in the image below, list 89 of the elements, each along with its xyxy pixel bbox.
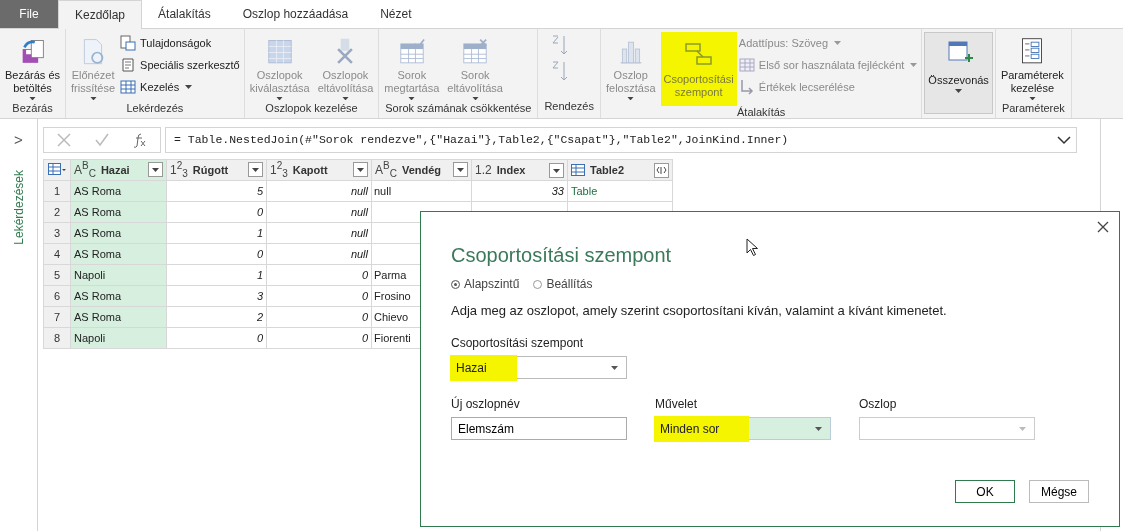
filter-dropdown-icon[interactable] <box>549 162 564 178</box>
replace-icon <box>738 79 755 95</box>
table-cell: 0 <box>166 243 267 265</box>
column-header[interactable]: Table2 <box>567 159 673 181</box>
row-number: 7 <box>43 306 71 328</box>
group-label: Bezárás <box>11 102 54 116</box>
column-name: Index <box>496 164 527 176</box>
group-label: Lekérdezés <box>125 102 185 116</box>
caret-icon <box>815 426 822 431</box>
caret-icon <box>611 365 618 370</box>
table-cell: Table <box>567 180 673 202</box>
radio-button[interactable]: Beállítás <box>533 277 593 291</box>
table-cell: null <box>266 243 372 265</box>
table-cell: 0 <box>266 306 372 328</box>
ribbon-tab[interactable]: Nézet <box>364 0 428 28</box>
ribbon-tab[interactable]: Kezdőlap <box>58 0 143 29</box>
table-cell: null <box>266 222 372 244</box>
table-cell: 1 <box>166 222 267 244</box>
row-number: 3 <box>43 222 71 244</box>
table-icon <box>120 79 137 95</box>
table-cell: null <box>266 201 372 223</box>
file-tab[interactable]: File <box>0 0 58 28</box>
ribbon-button[interactable]: Bezárás és betöltés <box>2 32 64 102</box>
group-label: Rendezés <box>543 100 595 114</box>
table-cell: null <box>371 180 472 202</box>
column-name: Rúgott <box>192 164 230 176</box>
ribbon-button[interactable]: Összevonás <box>924 32 993 114</box>
scroll-icon <box>120 57 137 73</box>
row-number: 2 <box>43 201 71 223</box>
row-number: 5 <box>43 264 71 286</box>
row-number: 1 <box>43 180 71 202</box>
cancel-button[interactable]: Mégse <box>1029 480 1089 503</box>
ribbon-button[interactable]: Paraméterek kezelése <box>997 32 1067 102</box>
table-cell: 0 <box>266 285 372 307</box>
group-label: Oszlopok kezelése <box>264 102 359 116</box>
ribbon-tab[interactable]: Oszlop hozzáadása <box>226 0 365 28</box>
dropdown[interactable]: Hazai <box>451 356 627 379</box>
group-label: Átalakítás <box>736 106 787 118</box>
check-icon[interactable] <box>94 132 110 148</box>
ribbon-tab[interactable]: Átalakítás <box>142 0 227 28</box>
table-cell: 3 <box>166 285 267 307</box>
input-field[interactable]: Elemszám <box>451 417 627 440</box>
expand-icon[interactable] <box>654 162 669 178</box>
type-label: 1.2 <box>475 163 492 177</box>
table-cell: 0 <box>266 327 372 349</box>
column-name: Hazai <box>100 164 131 176</box>
field-label: Művelet <box>655 397 699 411</box>
table-cell: 2 <box>166 306 267 328</box>
ribbon-button[interactable]: Speciális szerkesztő <box>120 56 242 74</box>
table-icon <box>571 164 585 176</box>
sidebar-title: Lekérdezések <box>11 170 26 245</box>
table-cell: 0 <box>166 327 267 349</box>
filter-dropdown-icon[interactable] <box>148 162 163 178</box>
row-number: 4 <box>43 243 71 265</box>
group-label: Sorok számának csökkentése <box>384 102 533 116</box>
dropdown[interactable]: Minden sor <box>655 417 831 440</box>
group-label: Paraméterek <box>1000 102 1066 116</box>
close-icon[interactable] <box>1097 221 1109 233</box>
ok-button[interactable]: OK <box>955 480 1015 503</box>
properties-icon <box>120 35 137 51</box>
formula-field[interactable]: = Table.NestedJoin(#"Sorok rendezve",{"Hazai"},Table2,{"Csapat"},"Table2",JoinKind.Inner) <box>165 127 1077 153</box>
table-cell: 0 <box>266 264 372 286</box>
chevron-down-icon[interactable] <box>1057 135 1071 145</box>
dialog-title: Csoportosítási szempont <box>451 244 672 267</box>
table-cell: 0 <box>166 201 267 223</box>
caret-icon <box>1019 426 1026 431</box>
column-name: Table2 <box>590 164 626 176</box>
column-header[interactable]: 1.2 Index <box>471 159 568 181</box>
cursor-icon <box>746 238 758 256</box>
filter-dropdown-icon[interactable] <box>453 162 468 178</box>
column-name: Kapott <box>292 164 329 176</box>
expand-button[interactable]: > <box>14 131 23 148</box>
table-cell: null <box>266 180 372 202</box>
field-label: Oszlop <box>859 397 898 411</box>
table-cell: 1 <box>166 264 267 286</box>
table-icon <box>48 163 66 175</box>
filter-dropdown-icon[interactable] <box>353 162 368 178</box>
row-number: 6 <box>43 285 71 307</box>
table-menu-button[interactable] <box>43 159 71 181</box>
table-cell: 5 <box>166 180 267 202</box>
table-cell: 33 <box>471 180 568 202</box>
ribbon-button[interactable]: Kezelés <box>120 78 242 96</box>
field-label: Új oszlopnév <box>451 397 521 411</box>
filter-dropdown-icon[interactable] <box>248 162 263 178</box>
function-icon[interactable] <box>132 132 148 148</box>
row-number: 8 <box>43 327 71 349</box>
table-icon <box>738 57 755 73</box>
column-name: Vendég <box>401 164 443 176</box>
ribbon-button[interactable]: Tulajdonságok <box>120 34 242 52</box>
